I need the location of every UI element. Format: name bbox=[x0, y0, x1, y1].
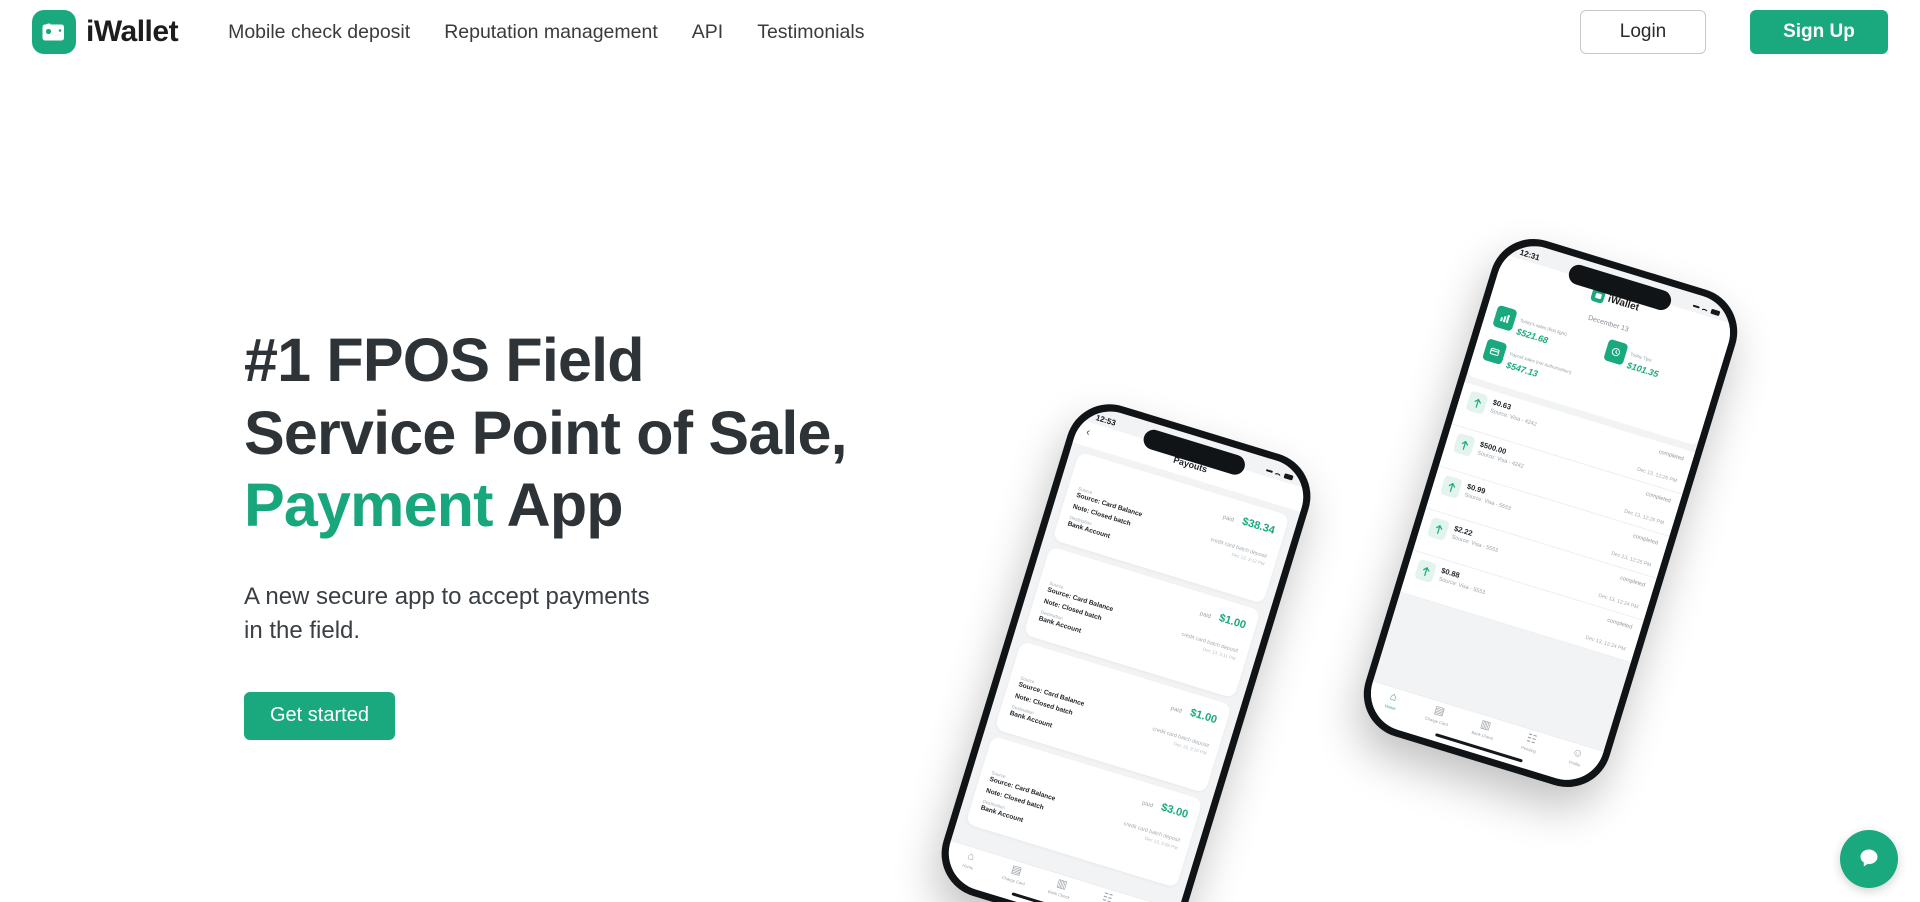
tab-label: Home bbox=[1384, 703, 1397, 712]
phone-mockup-dashboard: 12:31 iWallet December 13 Today's sales … bbox=[1352, 228, 1749, 798]
tab-bank-check[interactable]: ▥ Bank Check bbox=[1459, 713, 1510, 744]
bank-check-icon: ▥ bbox=[1478, 718, 1493, 733]
brand-logo[interactable]: iWallet bbox=[32, 10, 179, 54]
summary-stat-value: $101.35 bbox=[1625, 360, 1660, 380]
nav-link-testimonials[interactable]: Testimonials bbox=[757, 21, 864, 44]
tab-pending[interactable]: ☷ Pending bbox=[1505, 728, 1556, 759]
hero-subtitle-line-1: A new secure app to accept payments bbox=[244, 582, 650, 610]
bank-check-icon: ▥ bbox=[1055, 877, 1069, 892]
login-button[interactable]: Login bbox=[1580, 10, 1706, 54]
payout-label: paid bbox=[1221, 514, 1235, 524]
pending-icon: ☷ bbox=[1525, 732, 1539, 747]
tab-label: Charge Card bbox=[1001, 874, 1026, 887]
arrow-up-icon bbox=[1439, 474, 1463, 500]
payout-amount: $1.00 bbox=[1188, 706, 1219, 727]
tab-label: Profile bbox=[1568, 759, 1582, 768]
header-actions: Login Sign Up bbox=[1580, 10, 1888, 54]
tab-label: Bank Check bbox=[1047, 888, 1071, 901]
hero-title-tail: App bbox=[492, 471, 624, 540]
site-header: iWallet Mobile check deposit Reputation … bbox=[0, 0, 1920, 64]
arrow-up-icon bbox=[1426, 516, 1450, 542]
tab-charge-card[interactable]: ▤ Charge Card bbox=[990, 859, 1041, 890]
profile-icon: ☺ bbox=[1570, 746, 1585, 761]
chat-bubble-icon bbox=[1855, 844, 1883, 875]
tab-profile[interactable]: ☺ Profile bbox=[1551, 742, 1602, 773]
tab-label: Charge Card bbox=[1424, 715, 1449, 728]
pending-icon: ☷ bbox=[1100, 891, 1114, 902]
chat-widget-button[interactable] bbox=[1840, 830, 1898, 888]
arrow-up-icon bbox=[1452, 432, 1476, 457]
payout-amount: $38.34 bbox=[1240, 515, 1277, 537]
arrow-up-icon bbox=[1414, 558, 1438, 584]
card-icon bbox=[1481, 338, 1508, 366]
tab-bank-check[interactable]: ▥ Bank Check bbox=[1035, 873, 1086, 902]
payout-label: paid bbox=[1140, 800, 1154, 810]
hero-section: #1 FPOS Field Service Point of Sale, Pay… bbox=[0, 64, 1920, 902]
tab-home[interactable]: ⌂ Home bbox=[1367, 685, 1418, 716]
tab-home[interactable]: ⌂ Home bbox=[944, 845, 995, 876]
hero-title-line-1: #1 FPOS Field bbox=[244, 326, 645, 394]
hero-subtitle-line-2: in the field. bbox=[244, 616, 361, 644]
payout-label: paid bbox=[1198, 611, 1212, 621]
nav-link-mobile-check-deposit[interactable]: Mobile check deposit bbox=[228, 21, 410, 44]
main-nav: Mobile check deposit Reputation manageme… bbox=[228, 21, 864, 44]
clock-icon bbox=[1602, 338, 1629, 366]
payout-amount: $1.00 bbox=[1217, 612, 1248, 632]
wallet-icon bbox=[32, 10, 76, 54]
hero-title-line-2: Service Point of Sale, bbox=[244, 398, 848, 467]
charge-card-icon: ▤ bbox=[1432, 703, 1447, 719]
page-title: #1 FPOS Field Service Point of Sale, Pay… bbox=[244, 324, 944, 542]
home-icon: ⌂ bbox=[1388, 690, 1399, 704]
arrow-up-icon bbox=[1465, 390, 1489, 415]
phone-mockup-payouts: 12:53 ‹ Payouts paid $38.34 Source Sourc… bbox=[930, 393, 1322, 902]
tab-charge-card[interactable]: ▤ Charge Card bbox=[1413, 699, 1464, 730]
brand-name: iWallet bbox=[86, 15, 179, 48]
tab-label: Bank Check bbox=[1470, 729, 1495, 742]
payout-label: paid bbox=[1169, 705, 1183, 715]
phone-mockups: 12:31 iWallet December 13 Today's sales … bbox=[930, 228, 1749, 902]
nav-link-api[interactable]: API bbox=[692, 21, 723, 44]
phone-right-tabbar: ⌂ Home ▤ Charge Card ▥ Bank Check ☷ Pend… bbox=[1361, 680, 1604, 790]
payout-amount: $3.00 bbox=[1159, 801, 1190, 821]
phone-left-screen: 12:53 ‹ Payouts paid $38.34 Source Sourc… bbox=[939, 402, 1313, 902]
charge-card-icon: ▤ bbox=[1009, 863, 1024, 878]
tab-pending[interactable]: ☷ Pending bbox=[1081, 887, 1132, 902]
home-icon: ⌂ bbox=[965, 849, 976, 864]
tab-label: Home bbox=[961, 862, 974, 871]
phone-right-screen: 12:31 iWallet December 13 Today's sales … bbox=[1361, 236, 1740, 790]
nav-link-reputation-management[interactable]: Reputation management bbox=[444, 21, 658, 44]
hero-subtitle: A new secure app to accept payments in t… bbox=[244, 580, 944, 648]
signup-button[interactable]: Sign Up bbox=[1750, 10, 1888, 54]
get-started-button[interactable]: Get started bbox=[244, 691, 395, 740]
chart-icon bbox=[1492, 304, 1518, 332]
hero-title-accent: Payment bbox=[244, 471, 493, 540]
hero-copy: #1 FPOS Field Service Point of Sale, Pay… bbox=[244, 324, 944, 740]
